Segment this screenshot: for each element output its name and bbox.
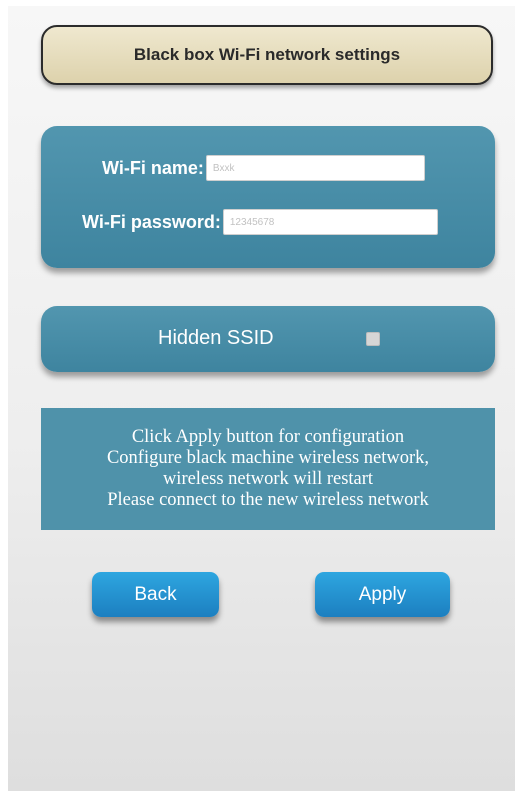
wifi-name-row: Wi-Fi name: — [102, 155, 425, 181]
page-title: Black box Wi-Fi network settings — [133, 45, 401, 64]
info-line: Click Apply button for configuration — [131, 427, 405, 447]
wifi-settings-panel: Wi-Fi name: Wi-Fi password: — [41, 126, 495, 268]
info-line: wireless network will restart — [162, 469, 374, 489]
hidden-ssid-label: Hidden SSID — [158, 327, 274, 349]
info-line: Configure black machine wireless network… — [106, 448, 430, 468]
apply-button[interactable]: Apply — [315, 572, 450, 617]
wifi-password-label: Wi-Fi password: — [82, 211, 221, 232]
info-message-box: Click Apply button for configuration Con… — [41, 408, 495, 530]
wifi-name-input[interactable] — [205, 155, 425, 181]
back-button[interactable]: Back — [92, 572, 219, 617]
app-screen: Black box Wi-Fi network settings Wi-Fi n… — [8, 6, 515, 791]
page-title-banner: Black box Wi-Fi network settings — [41, 25, 493, 85]
info-line: Please connect to the new wireless netwo… — [107, 490, 429, 510]
hidden-ssid-checkbox[interactable] — [366, 332, 380, 346]
wifi-name-label: Wi-Fi name: — [102, 157, 204, 178]
wifi-password-row: Wi-Fi password: — [82, 209, 438, 235]
wifi-password-input[interactable] — [222, 209, 438, 235]
hidden-ssid-panel: Hidden SSID — [41, 306, 495, 372]
